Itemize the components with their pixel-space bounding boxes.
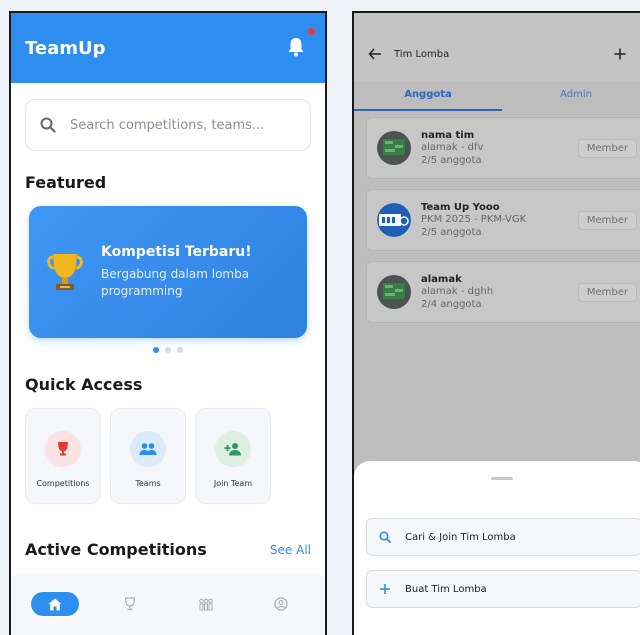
app-bar: Tim Lomba: [354, 13, 640, 81]
search-input[interactable]: [70, 117, 296, 133]
app-header: TeamUp: [11, 13, 325, 83]
nav-home[interactable]: [30, 592, 79, 616]
team-logo-icon: [377, 275, 411, 309]
trophy-icon: [47, 254, 83, 290]
trophy-icon: [125, 597, 136, 611]
team-avatar: [377, 275, 411, 309]
competitions-icon-wrap: [45, 431, 81, 467]
team-screen: Tim Lomba Anggota Admin nama tim alamak …: [352, 11, 640, 635]
notification-button[interactable]: [287, 28, 315, 59]
notification-dot: [308, 28, 315, 35]
team-avatar: [377, 203, 411, 237]
team-card[interactable]: nama tim alamak - dfv 2/5 anggota Member: [366, 117, 640, 179]
carousel-dot[interactable]: [177, 347, 183, 353]
app-bar-row: Tim Lomba: [354, 35, 640, 73]
quick-access-label: Teams: [135, 479, 161, 488]
tab-bar: Anggota Admin: [354, 81, 640, 111]
people-icon: [139, 443, 157, 455]
add-person-icon: [224, 443, 241, 456]
join-team-button[interactable]: Cari & Join Tim Lomba: [366, 518, 640, 556]
team-list: nama tim alamak - dfv 2/5 anggota Member…: [366, 117, 640, 333]
team-name: nama tim: [421, 129, 475, 141]
team-competition: PKM 2025 - PKM-VGK: [421, 213, 527, 225]
active-competitions-title: Active Competitions: [25, 540, 207, 559]
tab-admin[interactable]: Admin: [502, 81, 640, 111]
plus-icon: [380, 584, 390, 594]
team-logo-icon: [377, 131, 411, 165]
tab-anggota[interactable]: Anggota: [354, 81, 502, 111]
quick-access-row: Competitions Teams Join Team: [25, 408, 311, 504]
banner-text: Kompetisi Terbaru! Bergabung dalam lomba…: [101, 244, 252, 300]
banner-subtitle: Bergabung dalam lomba programming: [101, 267, 250, 298]
pkm-logo-icon: [377, 203, 411, 237]
teams-icon-wrap: [130, 431, 166, 467]
quick-access-teams[interactable]: Teams: [110, 408, 186, 504]
nav-competitions[interactable]: [106, 597, 154, 611]
search-icon: [379, 531, 391, 543]
profile-icon: [274, 597, 288, 611]
carousel-dot[interactable]: [165, 347, 171, 353]
screen-title: Tim Lomba: [394, 48, 450, 60]
people-icon: [198, 598, 213, 610]
team-member-count: 2/5 anggota: [421, 154, 482, 166]
search-bar[interactable]: [25, 99, 311, 151]
nav-profile[interactable]: [257, 597, 305, 611]
create-team-label: Buat Tim Lomba: [405, 583, 487, 595]
add-icon[interactable]: [614, 48, 626, 60]
team-info: Team Up Yooo PKM 2025 - PKM-VGK 2/5 angg…: [421, 202, 578, 239]
join-team-icon-wrap: [215, 431, 251, 467]
quick-access-title: Quick Access: [25, 375, 143, 394]
nav-teams[interactable]: [182, 598, 230, 611]
team-name: alamak: [421, 273, 462, 285]
featured-banner[interactable]: Kompetisi Terbaru! Bergabung dalam lomba…: [29, 206, 307, 338]
team-competition: alamak - dfv: [421, 141, 484, 153]
bottom-sheet: Cari & Join Tim Lomba Buat Tim Lomba: [354, 461, 640, 635]
team-card[interactable]: alamak alamak - dghh 2/4 anggota Member: [366, 261, 640, 323]
team-member-count: 2/4 anggota: [421, 298, 482, 310]
app-title: TeamUp: [25, 37, 106, 59]
quick-access-label: Join Team: [213, 479, 253, 488]
team-name: Team Up Yooo: [421, 201, 500, 213]
bell-icon: [288, 38, 304, 57]
carousel-dots: [11, 347, 325, 353]
quick-access-join-team[interactable]: Join Team: [195, 408, 271, 504]
featured-title: Featured: [25, 173, 107, 192]
role-badge: Member: [577, 282, 637, 302]
banner-title: Kompetisi Terbaru!: [101, 244, 252, 260]
bottom-nav: [11, 573, 325, 635]
sheet-drag-handle[interactable]: [491, 477, 513, 480]
create-team-button[interactable]: Buat Tim Lomba: [366, 570, 640, 608]
back-arrow-icon[interactable]: [368, 48, 382, 60]
trophy-icon: [58, 442, 68, 456]
role-badge: Member: [577, 210, 637, 230]
join-team-label: Cari & Join Tim Lomba: [405, 531, 516, 543]
carousel-dot[interactable]: [153, 347, 159, 353]
team-member-count: 2/5 anggota: [421, 226, 482, 238]
search-icon: [40, 117, 56, 133]
role-badge: Member: [577, 138, 637, 158]
quick-access-competitions[interactable]: Competitions: [25, 408, 101, 504]
quick-access-label: Competitions: [36, 479, 90, 488]
team-card[interactable]: Team Up Yooo PKM 2025 - PKM-VGK 2/5 angg…: [366, 189, 640, 251]
home-icon: [48, 598, 62, 610]
team-info: nama tim alamak - dfv 2/5 anggota: [421, 130, 578, 167]
team-competition: alamak - dghh: [421, 285, 494, 297]
home-screen: TeamUp Featured Kompetisi Terbaru! B: [9, 11, 327, 635]
see-all-link[interactable]: See All: [270, 543, 311, 557]
active-competitions-header: Active Competitions See All: [25, 540, 311, 559]
team-info: alamak alamak - dghh 2/4 anggota: [421, 274, 578, 311]
team-avatar: [377, 131, 411, 165]
